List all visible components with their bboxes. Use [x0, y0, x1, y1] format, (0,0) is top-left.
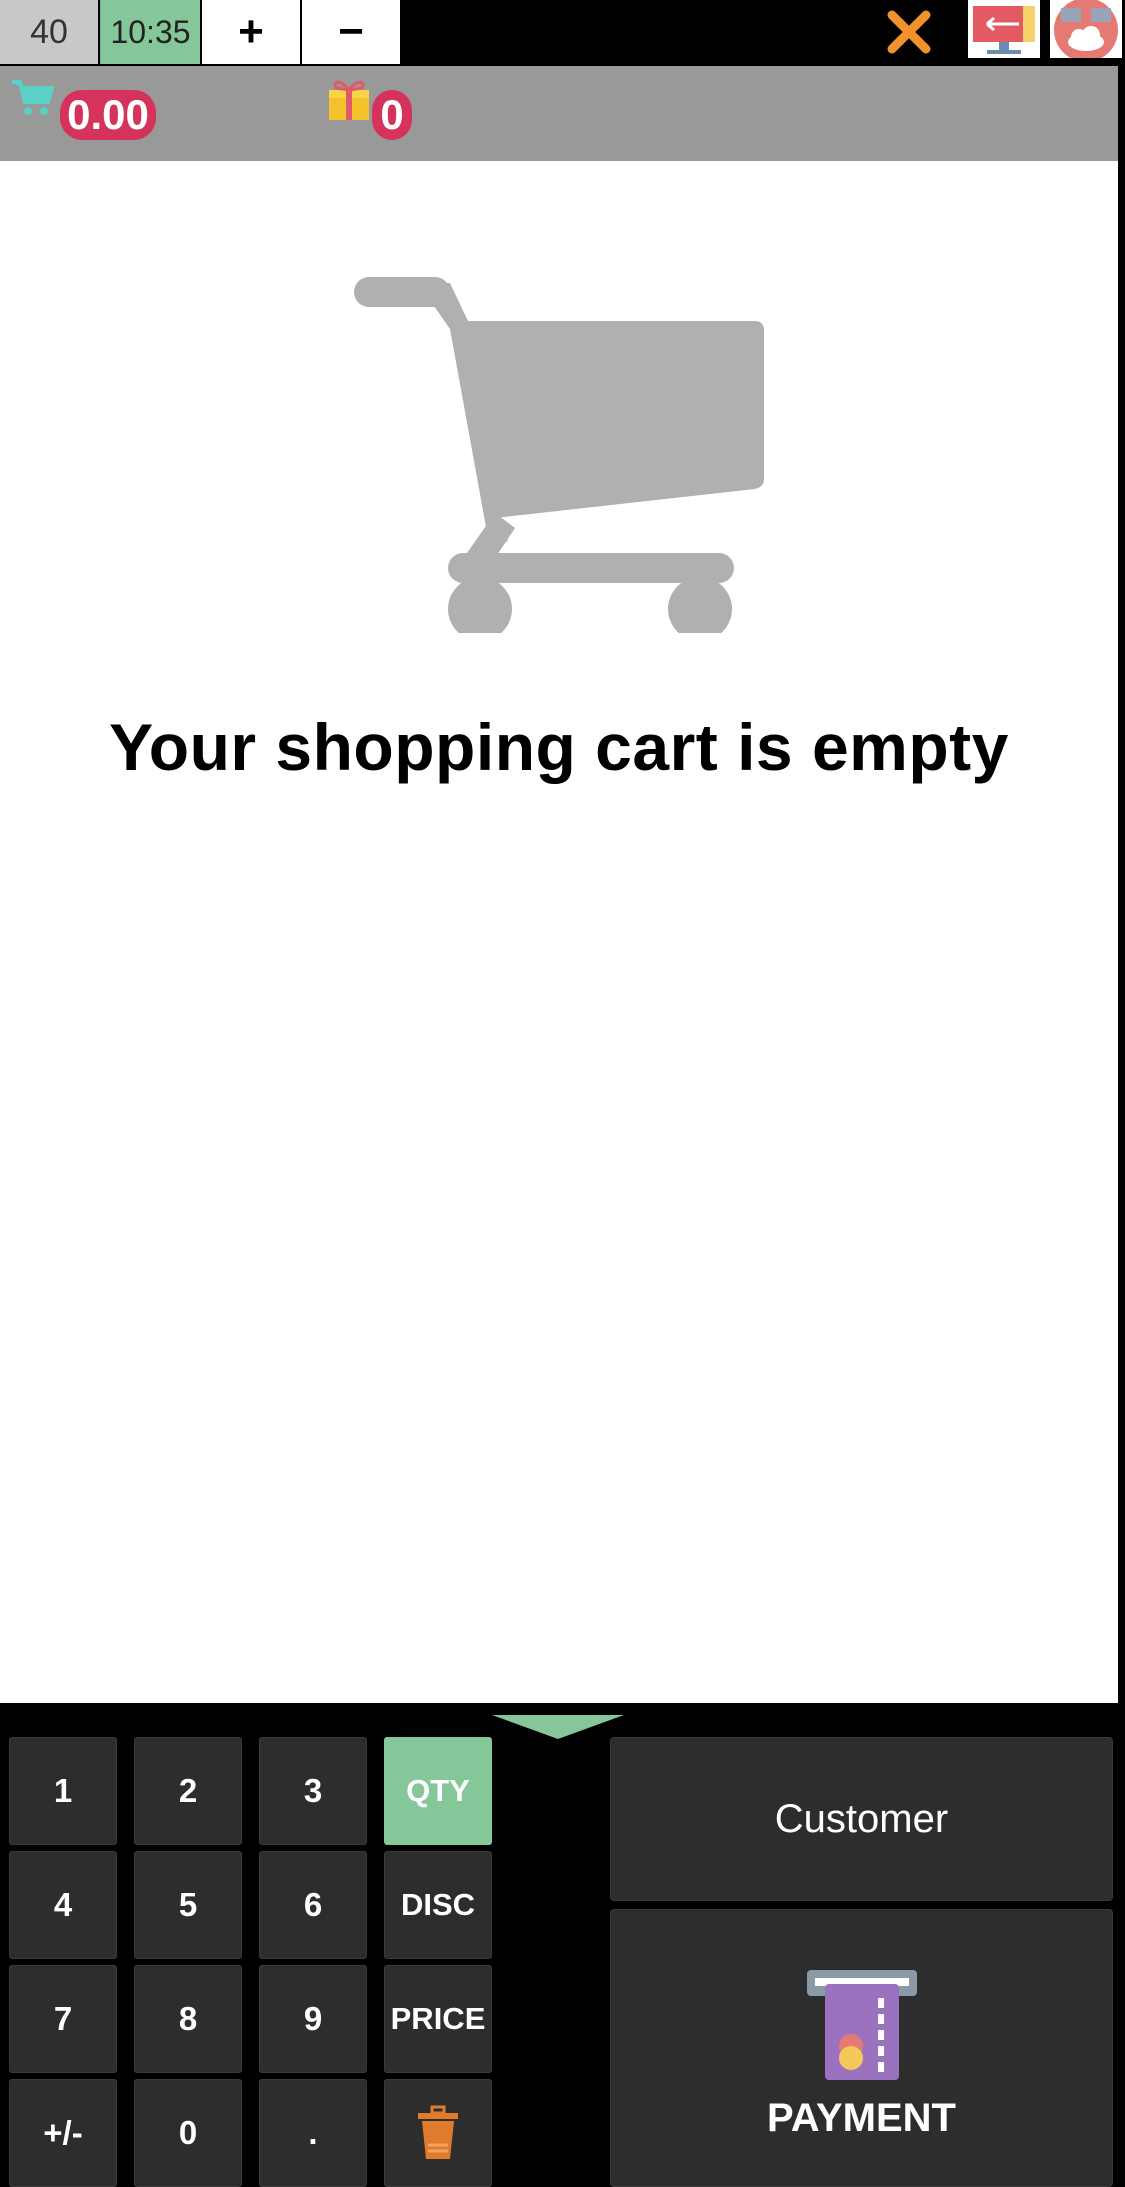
gift-icon[interactable] [326, 76, 372, 124]
top-bar: 40 10:35 + − [0, 0, 1125, 66]
collapse-panel-icon[interactable] [492, 1711, 624, 1743]
key-4[interactable]: 4 [9, 1851, 117, 1959]
plus-button[interactable]: + [202, 0, 300, 64]
minus-button[interactable]: − [302, 0, 400, 64]
customer-button[interactable]: Customer [610, 1737, 1113, 1901]
table-number[interactable]: 40 [0, 0, 98, 64]
key-3[interactable]: 3 [259, 1737, 367, 1845]
swap-screen-icon [973, 6, 1035, 54]
shopping-cart-icon [354, 277, 764, 633]
payment-button[interactable]: PAYMENT [610, 1909, 1113, 2187]
cart-total-badge: 0.00 [60, 90, 156, 140]
cart-mini-icon[interactable] [10, 78, 56, 118]
decimal-key[interactable]: . [259, 2079, 367, 2187]
trash-icon [418, 2105, 458, 2159]
delete-button[interactable] [384, 2079, 492, 2187]
key-7[interactable]: 7 [9, 1965, 117, 2073]
close-icon [887, 10, 931, 54]
minus-label: − [338, 7, 364, 56]
clock-time[interactable]: 10:35 [100, 0, 200, 64]
cloud-sync-button[interactable] [1050, 0, 1122, 58]
disc-mode-button[interactable]: DISC [384, 1851, 492, 1959]
cloud-sync-icon [1054, 0, 1118, 58]
key-5[interactable]: 5 [134, 1851, 242, 1959]
key-8[interactable]: 8 [134, 1965, 242, 2073]
swap-screen-button[interactable] [968, 0, 1040, 58]
cart-area: Your shopping cart is empty [0, 161, 1118, 1703]
key-1[interactable]: 1 [9, 1737, 117, 1845]
gift-count-badge: 0 [372, 90, 412, 140]
close-button[interactable] [874, 0, 944, 64]
plus-label: + [238, 7, 264, 56]
qty-mode-button[interactable]: QTY [384, 1737, 492, 1845]
cart-summary-bar: 0.00 0 [0, 66, 1118, 161]
payment-card-icon [807, 1970, 917, 2080]
key-2[interactable]: 2 [134, 1737, 242, 1845]
key-6[interactable]: 6 [259, 1851, 367, 1959]
price-mode-button[interactable]: PRICE [384, 1965, 492, 2073]
sign-toggle-key[interactable]: +/- [9, 2079, 117, 2187]
key-0[interactable]: 0 [134, 2079, 242, 2187]
keypad-panel: 1 2 3 QTY 4 5 6 DISC 7 8 9 PRICE +/- 0 .… [0, 1703, 1125, 2187]
empty-cart-message: Your shopping cart is empty [109, 710, 1009, 784]
payment-label: PAYMENT [767, 2096, 956, 2140]
key-9[interactable]: 9 [259, 1965, 367, 2073]
